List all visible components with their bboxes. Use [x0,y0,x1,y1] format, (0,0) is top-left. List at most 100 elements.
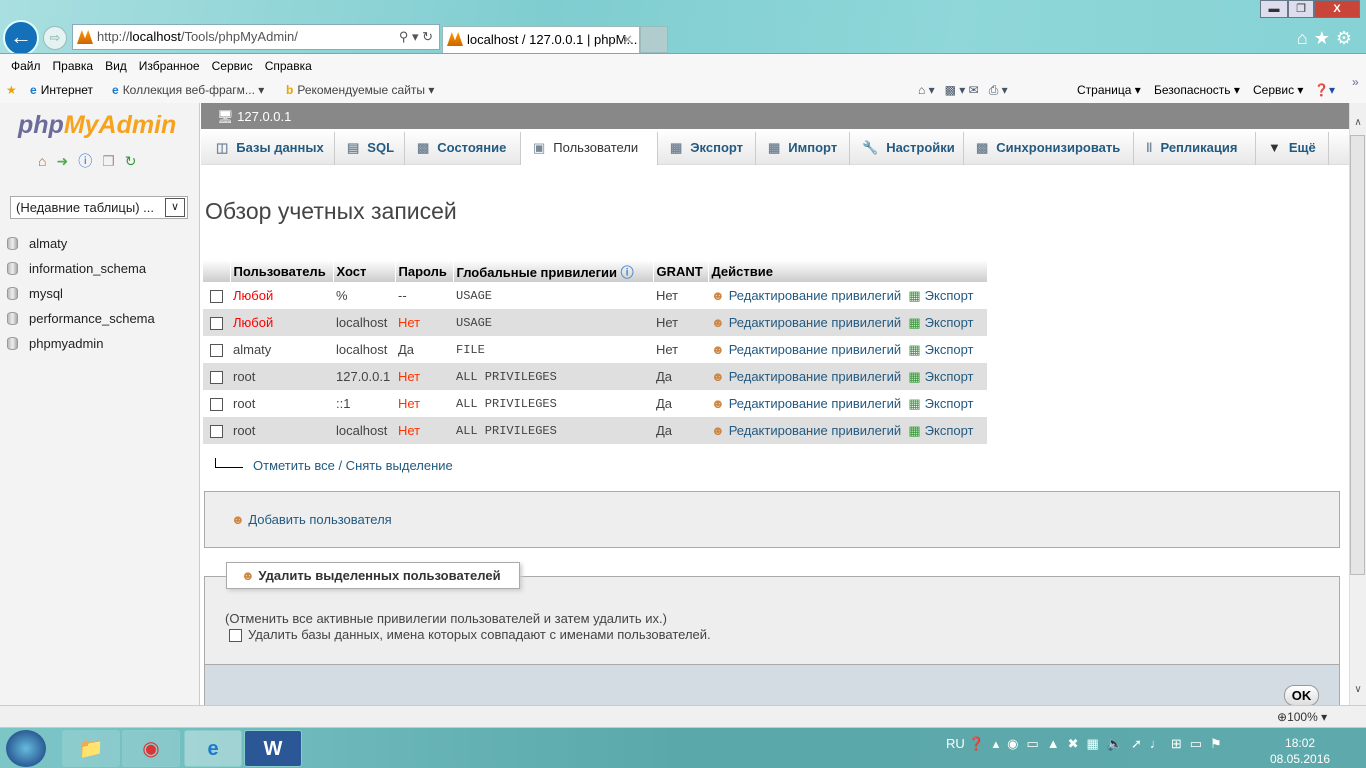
export-link[interactable]: ▦ Экспорт [908,369,973,384]
taskbar-ie[interactable]: e [184,730,242,767]
col-host[interactable]: Хост [333,260,396,282]
tab-databases[interactable]: ◫ Базы данных [204,132,335,165]
row-checkbox-cell[interactable] [203,336,230,363]
pma-favicon-icon [447,32,463,46]
edit-privileges-link[interactable]: ☻ Редактирование привилегий [711,315,901,330]
tab-settings[interactable]: 🔧 Настройки [850,132,964,165]
favorites-star-icon[interactable]: ★ [6,83,17,97]
export-link[interactable]: ▦ Экспорт [908,315,973,330]
export-link[interactable]: ▦ Экспорт [908,396,973,411]
col-user[interactable]: Пользователь [230,260,334,282]
server-breadcrumb[interactable]: 🖥 127.0.0.1 [201,103,1349,130]
menu-view[interactable]: Вид [94,54,127,73]
row-checkbox[interactable] [210,344,223,358]
sidebar-db-phpmyadmin[interactable]: phpmyadmin [7,336,103,351]
row-checkbox-cell[interactable] [203,363,230,390]
close-tab-icon[interactable]: ✕ [622,27,633,52]
browser-tab[interactable]: localhost / 127.0.0.1 | phpM... ✕ [442,26,640,53]
recent-tables-select[interactable]: (Недавние таблицы) ... ∨ [10,196,188,219]
add-user-link[interactable]: Добавить пользователя [248,512,391,527]
sidebar-db-performance-schema[interactable]: performance_schema [7,311,155,326]
minimize-button[interactable]: ▬ [1260,0,1288,18]
col-password[interactable]: Пароль [395,260,454,282]
back-button[interactable]: ← [3,20,39,56]
sidebar-db-information-schema[interactable]: information_schema [7,261,146,276]
phpmyadmin-logo[interactable]: phpMyAdmin [18,111,176,140]
edit-privileges-link[interactable]: ☻ Редактирование привилегий [711,288,901,303]
chevron-more-icon[interactable]: » [1352,75,1359,89]
col-global-privileges[interactable]: Глобальные привилегии ⓘ [453,260,654,282]
fav-suggested-sites[interactable]: b Рекомендуемые сайты ▾ [286,83,434,97]
close-window-button[interactable]: X [1314,0,1360,18]
tab-status[interactable]: ▩ Состояние [405,132,521,165]
taskbar-explorer[interactable]: 📁 [62,730,120,767]
row-checkbox-cell[interactable] [203,417,230,444]
cmd-tools[interactable]: Сервис ▾ [1253,83,1303,97]
row-checkbox-cell[interactable] [203,309,230,336]
tray-icons[interactable]: ❓▴◉▭▲✖▦🔈➚♩⊞▭⚑ [968,736,1229,751]
tab-more[interactable]: ▼ Ещё [1256,132,1329,165]
taskbar-chrome[interactable]: ◉ [122,730,180,767]
row-checkbox-cell[interactable] [203,390,230,417]
drop-db-checkbox[interactable] [229,629,242,643]
drop-db-option[interactable]: Удалить базы данных, имена которых совпа… [229,627,711,643]
edit-privileges-link[interactable]: ☻ Редактирование привилегий [711,369,901,384]
help-icon[interactable]: ⓘ [78,153,102,169]
sidebar-db-mysql[interactable]: mysql [7,286,63,301]
language-indicator[interactable]: RU [946,736,965,751]
sql-icon: ▤ [347,140,360,155]
cmd-page[interactable]: Страница ▾ [1077,83,1141,97]
edit-privileges-link[interactable]: ☻ Редактирование привилегий [711,342,901,357]
home-favorites-settings-icons[interactable]: ⌂★⚙ [1297,28,1358,49]
row-checkbox[interactable] [210,317,223,331]
taskbar-word[interactable]: W [244,730,302,767]
help-icon[interactable]: ⓘ [621,265,634,280]
menu-favorites[interactable]: Избранное [128,54,200,73]
forward-button[interactable]: ⇨ [43,26,67,50]
tab-users[interactable]: ▣ Пользователи [521,132,658,165]
menu-edit[interactable]: Правка [42,54,94,73]
row-checkbox[interactable] [210,425,223,439]
grant-cell: Да [653,417,708,444]
row-checkbox[interactable] [210,398,223,412]
docs-icon[interactable]: ❐ [102,153,125,169]
menu-bar: Файл Правка Вид Избранное Сервис Справка [0,53,1366,78]
tab-import[interactable]: ▦ Импорт [756,132,850,165]
zoom-level[interactable]: ⊕100% ▾ [1277,710,1327,724]
new-tab-button[interactable] [640,26,668,53]
reload-icon[interactable]: ↻ [125,153,147,169]
menu-tools[interactable]: Сервис [201,54,253,73]
export-link[interactable]: ▦ Экспорт [908,342,973,357]
menu-file[interactable]: Файл [0,54,41,73]
search-refresh-icon[interactable]: ⚲ ▾ ↻ [399,25,433,49]
edit-user-icon: ☻ [711,314,725,330]
export-link[interactable]: ▦ Экспорт [908,423,973,438]
start-button[interactable] [6,730,46,767]
col-grant[interactable]: GRANT [653,260,709,282]
row-checkbox-cell[interactable] [203,282,230,309]
row-checkbox[interactable] [210,371,223,385]
home-icon[interactable]: ⌂ [38,153,56,169]
fav-web-slices[interactable]: e Коллекция веб-фрагм... ▾ [112,83,264,97]
tab-synchronize[interactable]: ▩ Синхронизировать [964,132,1134,165]
logout-icon[interactable]: ➜ [56,153,78,169]
tab-sql[interactable]: ▤ SQL [335,132,405,165]
sidebar-db-almaty[interactable]: almaty [7,236,67,251]
ok-button[interactable]: OK [1284,685,1319,706]
menu-help[interactable]: Справка [254,54,312,73]
command-icons[interactable]: ⌂ ▾ ▩ ▾ ✉ ⎙ ▾ [918,83,1008,98]
export-link[interactable]: ▦ Экспорт [908,288,973,303]
clock[interactable]: 18:02 08.05.2016 [1270,735,1330,767]
edit-privileges-link[interactable]: ☻ Редактирование привилегий [711,423,901,438]
check-all-link[interactable]: Отметить все / Снять выделение [253,458,453,473]
cmd-safety[interactable]: Безопасность ▾ [1154,83,1240,97]
edit-privileges-link[interactable]: ☻ Редактирование привилегий [711,396,901,411]
fav-internet[interactable]: e Интернет [30,83,93,97]
row-checkbox[interactable] [210,290,223,304]
tab-replication[interactable]: ‖ Репликация [1134,132,1256,165]
help-icon[interactable]: ❓▾ [1314,83,1335,97]
scrollbar-thumb[interactable] [1350,135,1365,575]
address-bar[interactable]: http://localhost/Tools/phpMyAdmin/ ⚲ ▾ ↻ [72,24,440,50]
tab-export[interactable]: ▦ Экспорт [658,132,756,165]
restore-button[interactable]: ❐ [1288,0,1314,18]
